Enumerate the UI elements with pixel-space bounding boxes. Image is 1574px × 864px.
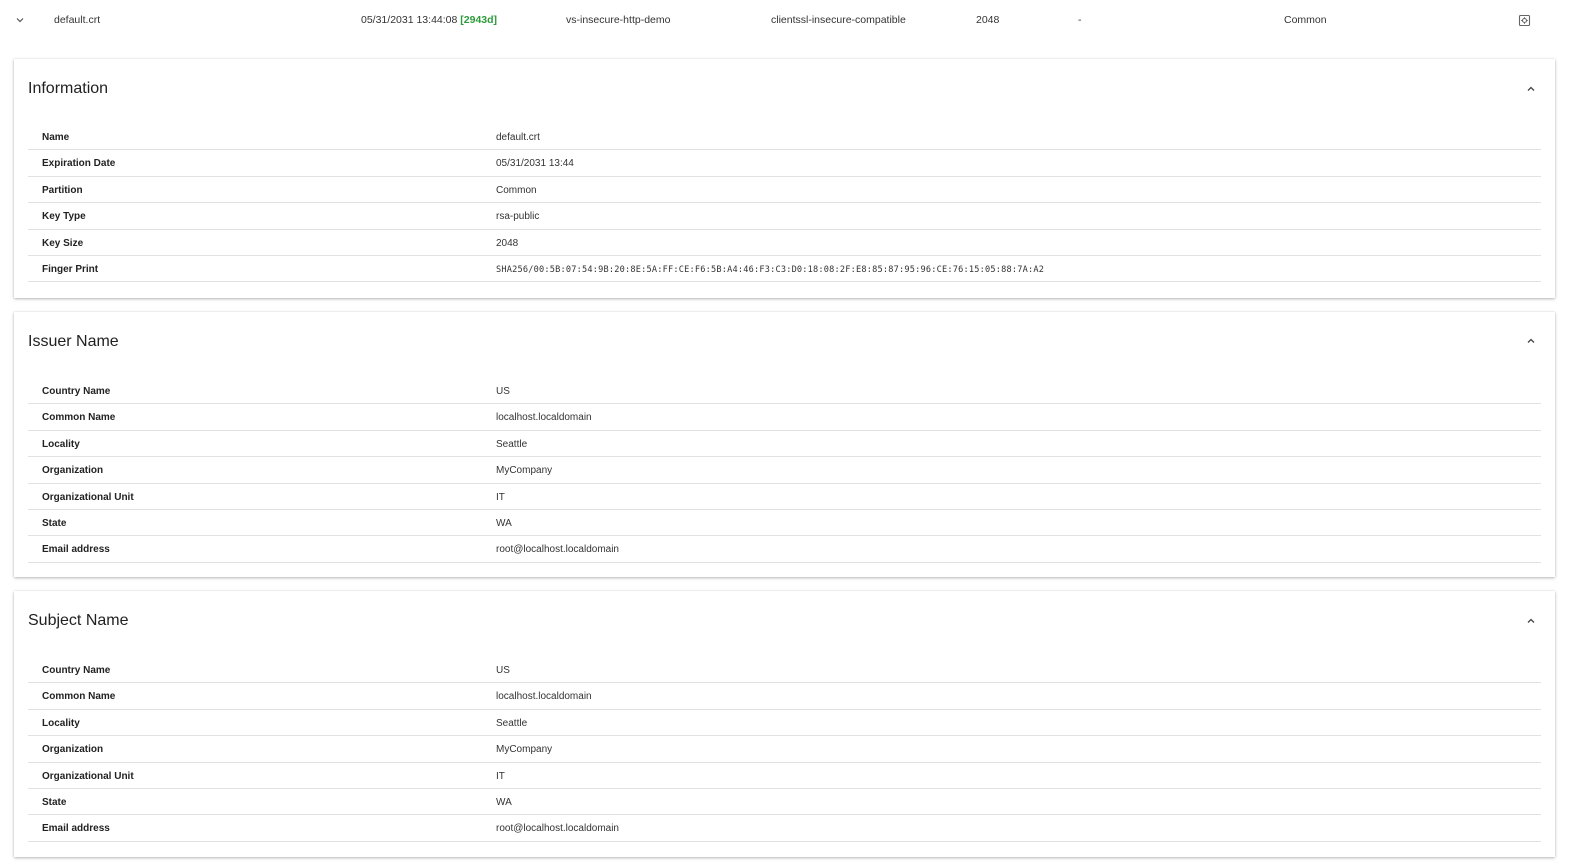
issuer-row-org-unit: Organizational Unit IT [28,484,1541,510]
issuer-row-locality: Locality Seattle [28,431,1541,458]
info-key: Expiration Date [42,158,116,170]
certificate-summary-row[interactable]: default.crt 05/31/2031 13:44:08 [2943d] … [0,0,1574,42]
info-row-key-size: Key Size 2048 [28,230,1541,256]
issuer-row-country: Country Name US [28,378,1541,405]
ssl-profile-link[interactable]: clientssl-insecure-compatible [771,14,906,26]
empty-cell: - [1078,14,1082,26]
settings-icon[interactable] [1518,14,1531,27]
issuer-name-panel: Issuer Name Country Name US Common Name lo… [14,312,1555,577]
collapse-chevron-up-icon[interactable] [1525,335,1537,347]
fingerprint-value: SHA256/00:5B:07:54:9B:20:8E:5A:FF:CE:F6:… [496,264,1045,275]
subject-row-org-unit: Organizational Unit IT [28,763,1541,789]
subject-key: Organizational Unit [42,770,134,782]
subject-key: Email address [42,823,110,835]
issuer-key: Email address [42,544,110,556]
info-row-partition: Partition Common [28,177,1541,204]
subject-name-panel: Subject Name Country Name US Common Name l… [14,591,1555,857]
issuer-row-email: Email address root@localhost.localdomain [28,536,1541,563]
info-row-finger-print: Finger Print SHA256/00:5B:07:54:9B:20:8E:… [28,256,1541,283]
info-row-key-type: Key Type rsa-public [28,203,1541,230]
subject-row-country: Country Name US [28,657,1541,684]
info-key: Name [42,132,70,143]
issuer-key: Common Name [42,412,116,424]
issuer-table: Country Name US Common Name localhost.loca… [28,378,1541,563]
chevron-down-icon[interactable] [14,14,26,26]
info-row-name: Name default.crt [28,124,1541,151]
collapse-chevron-up-icon[interactable] [1525,615,1537,627]
subject-key: Locality [42,717,80,729]
issuer-row-common-name: Common Name localhost.localdomain [28,404,1541,431]
expiration-date: 05/31/2031 13:44:08 [361,14,458,26]
subject-value: WA [496,796,512,808]
subject-key: State [42,796,67,808]
issuer-value: Seattle [496,438,528,450]
issuer-value: root@localhost.localdomain [496,544,619,556]
subject-value: localhost.localdomain [496,691,592,703]
subject-value: Seattle [496,717,528,729]
issuer-row-organization: Organization MyCompany [28,457,1541,484]
days-remaining-badge: [2943d] [460,14,498,26]
subject-key: Organization [42,744,104,756]
issuer-value: WA [496,517,512,529]
issuer-key: Organizational Unit [42,491,134,503]
info-value: Common [496,184,537,196]
subject-key: Common Name [42,691,116,703]
subject-value: IT [496,770,505,782]
collapse-chevron-up-icon[interactable] [1525,83,1537,95]
issuer-row-state: State WA [28,510,1541,537]
info-value: rsa-public [496,211,540,223]
subject-value: root@localhost.localdomain [496,823,619,835]
subject-row-common-name: Common Name localhost.localdomain [28,683,1541,710]
info-key: Key Type [42,211,86,223]
partition-cell: Common [1284,14,1327,26]
subject-value: US [496,665,510,676]
subject-table: Country Name US Common Name localhost.loca… [28,657,1541,842]
issuer-value: MyCompany [496,465,553,477]
info-key: Finger Print [42,263,99,275]
issuer-key: Organization [42,465,104,477]
subject-value: MyCompany [496,744,553,756]
subject-row-email: Email address root@localhost.localdomain [28,815,1541,842]
information-table: Name default.crt Expiration Date 05/31/203… [28,124,1541,283]
info-key: Partition [42,184,83,196]
subject-row-organization: Organization MyCompany [28,736,1541,763]
issuer-value: US [496,386,510,397]
information-panel-title: Information [28,80,109,97]
certificate-name: default.crt [54,14,101,26]
subject-row-locality: Locality Seattle [28,710,1541,737]
issuer-key: Country Name [42,386,111,397]
info-value: 05/31/2031 13:44 [496,158,574,170]
issuer-key: Locality [42,438,80,450]
subject-panel-title: Subject Name [28,612,129,629]
info-key: Key Size [42,237,84,249]
subject-key: Country Name [42,665,111,676]
info-value: default.crt [496,132,540,143]
subject-row-state: State WA [28,789,1541,816]
issuer-panel-title: Issuer Name [28,333,119,350]
virtual-server-link[interactable]: vs-insecure-http-demo [566,14,670,26]
information-panel: Information Name default.crt Expiration D… [14,59,1555,298]
info-value: 2048 [496,237,519,249]
issuer-value: IT [496,491,505,503]
issuer-value: localhost.localdomain [496,412,592,424]
expiration-cell: 05/31/2031 13:44:08 [2943d] [361,14,497,26]
key-size-cell: 2048 [976,14,1000,26]
info-row-expiration-date: Expiration Date 05/31/2031 13:44 [28,150,1541,177]
issuer-key: State [42,517,67,529]
